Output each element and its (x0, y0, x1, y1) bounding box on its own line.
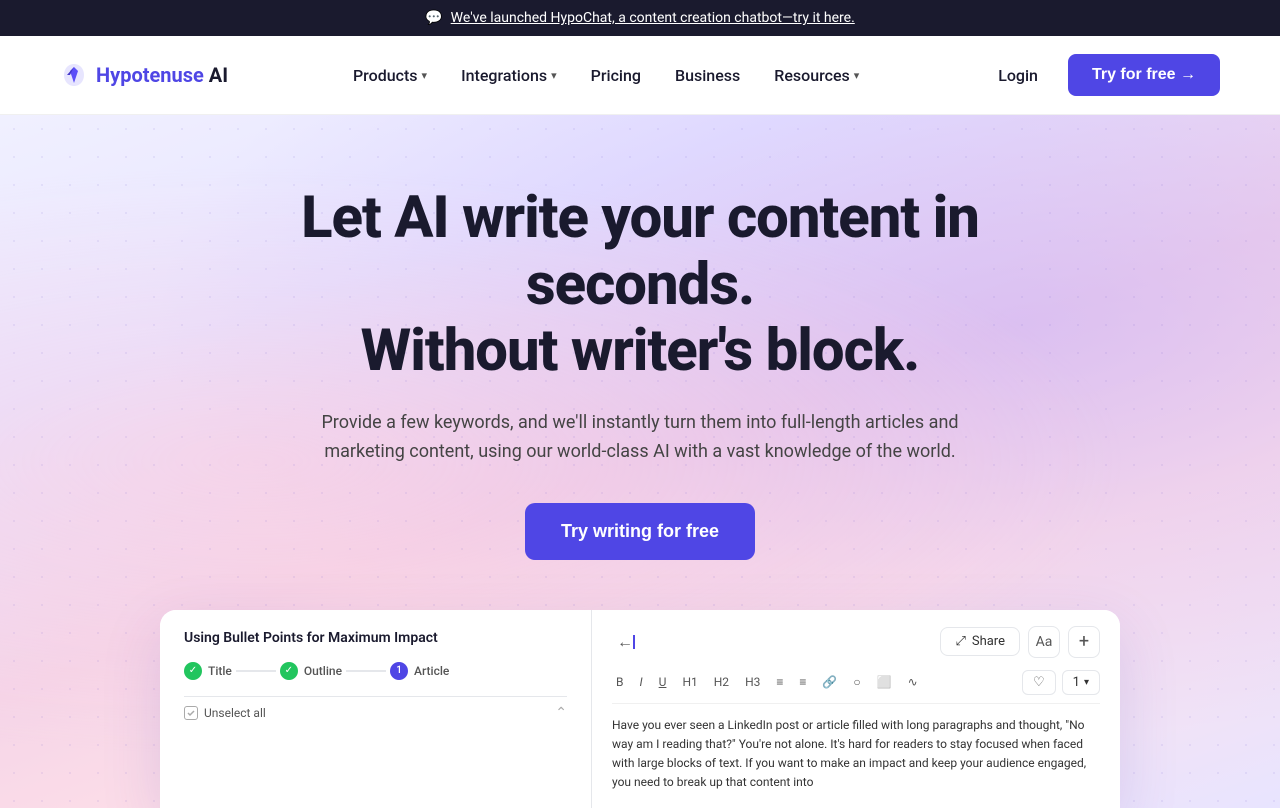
logo[interactable]: Hypotenuse AI (60, 61, 228, 89)
chevron-down-icon: ▾ (551, 69, 557, 82)
nav-business-label: Business (675, 66, 740, 85)
nav-pricing-label: Pricing (591, 66, 641, 85)
plus-icon: + (1079, 631, 1089, 652)
fmt-unordered-list[interactable]: ≡ (772, 673, 787, 691)
heart-button[interactable]: ♡ (1022, 670, 1056, 695)
chevron-down-icon: ▾ (422, 69, 428, 82)
preview-formatting-toolbar: B I U H1 H2 H3 ≡ ≡ 🔗 ○ ⬜ ∿ ♡ (612, 670, 1100, 704)
fmt-ordered-list[interactable]: ≡ (795, 673, 810, 691)
nav-integrations-label: Integrations (461, 66, 547, 85)
back-icon: ← (617, 632, 633, 652)
step-outline-label: Outline (304, 664, 342, 678)
preview-toolbar-top: ← ⤢ Share Aa + (612, 626, 1100, 658)
fmt-h1[interactable]: H1 (678, 673, 701, 691)
step-title-label: Title (208, 664, 232, 678)
translate-icon: Aa (1036, 634, 1053, 650)
nav-integrations[interactable]: Integrations ▾ (447, 58, 571, 93)
step-article-icon: 1 (390, 662, 408, 680)
checkbox-icon (184, 706, 198, 720)
hero-title-line2: Without writer's block. (361, 317, 920, 385)
chevron-down-icon: ▾ (854, 69, 860, 82)
nav-resources-label: Resources (774, 66, 850, 85)
announcement-icon: 💬 (425, 10, 442, 26)
unselect-bar: Unselect all ⌃ (184, 696, 567, 729)
fmt-circle[interactable]: ○ (849, 673, 864, 691)
nav-resources[interactable]: Resources ▾ (760, 58, 873, 93)
app-preview: Using Bullet Points for Maximum Impact ✓… (160, 610, 1120, 808)
preview-doc-title: Using Bullet Points for Maximum Impact (184, 630, 567, 646)
fmt-h2[interactable]: H2 (710, 673, 733, 691)
nav-links: Products ▾ Integrations ▾ Pricing Busine… (339, 58, 873, 93)
navbar: Hypotenuse AI Products ▾ Integrations ▾ … (0, 36, 1280, 115)
step-article-label: Article (414, 664, 449, 678)
step-article: 1 Article (390, 662, 449, 680)
nav-products-label: Products (353, 66, 418, 85)
translate-button[interactable]: Aa (1028, 626, 1060, 658)
version-button[interactable]: 1 ▾ (1062, 670, 1100, 695)
hero-section: Let AI write your content in seconds. Wi… (0, 115, 1280, 808)
hero-title: Let AI write your content in seconds. Wi… (190, 185, 1090, 385)
fmt-left: B I U H1 H2 H3 ≡ ≡ 🔗 ○ ⬜ ∿ (612, 673, 922, 691)
unselect-label: Unselect all (204, 706, 266, 720)
expand-icon[interactable]: ⌃ (555, 705, 567, 721)
nav-products[interactable]: Products ▾ (339, 58, 441, 93)
heart-icon: ♡ (1033, 675, 1045, 690)
preview-right-panel: ← ⤢ Share Aa + B (592, 610, 1120, 808)
chevron-down-icon: ▾ (1084, 677, 1089, 688)
nav-actions: Login Try for free → (984, 54, 1220, 96)
fmt-h3[interactable]: H3 (741, 673, 764, 691)
nav-pricing[interactable]: Pricing (577, 58, 655, 93)
fmt-right: ♡ 1 ▾ (1022, 670, 1100, 695)
version-number: 1 (1073, 675, 1080, 690)
hero-subtitle: Provide a few keywords, and we'll instan… (280, 409, 1000, 467)
fmt-underline[interactable]: U (655, 673, 671, 691)
preview-left-panel: Using Bullet Points for Maximum Impact ✓… (160, 610, 592, 808)
hero-content: Let AI write your content in seconds. Wi… (190, 185, 1090, 610)
unselect-check[interactable]: Unselect all (184, 706, 266, 720)
preview-text-content: Have you ever seen a LinkedIn post or ar… (612, 716, 1100, 793)
logo-icon (60, 61, 88, 89)
back-button[interactable]: ← (612, 628, 640, 656)
share-button[interactable]: ⤢ Share (940, 627, 1020, 656)
fmt-wave[interactable]: ∿ (904, 673, 922, 691)
step-divider-2 (346, 670, 386, 672)
step-divider-1 (236, 670, 276, 672)
preview-actions: ⤢ Share Aa + (940, 626, 1100, 658)
fmt-bold[interactable]: B (612, 673, 627, 691)
try-for-free-button[interactable]: Try for free → (1068, 54, 1220, 96)
login-button[interactable]: Login (984, 58, 1052, 93)
step-title: ✓ Title (184, 662, 232, 680)
fmt-italic[interactable]: I (635, 673, 646, 691)
share-label: Share (972, 634, 1005, 649)
logo-text: Hypotenuse AI (96, 63, 228, 87)
step-outline-icon: ✓ (280, 662, 298, 680)
step-title-icon: ✓ (184, 662, 202, 680)
fmt-image[interactable]: ⬜ (873, 673, 896, 691)
cursor (633, 635, 635, 649)
fmt-link[interactable]: 🔗 (818, 673, 841, 691)
add-button[interactable]: + (1068, 626, 1100, 658)
announcement-bar: 💬 We've launched HypoChat, a content cre… (0, 0, 1280, 36)
step-outline: ✓ Outline (280, 662, 342, 680)
share-icon: ⤢ (955, 634, 965, 649)
nav-business[interactable]: Business (661, 58, 754, 93)
hero-title-line1: Let AI write your content in seconds. (301, 184, 979, 319)
announcement-link[interactable]: We've launched HypoChat, a content creat… (451, 10, 855, 26)
hero-cta-button[interactable]: Try writing for free (525, 503, 755, 560)
progress-steps: ✓ Title ✓ Outline 1 Article (184, 662, 567, 680)
